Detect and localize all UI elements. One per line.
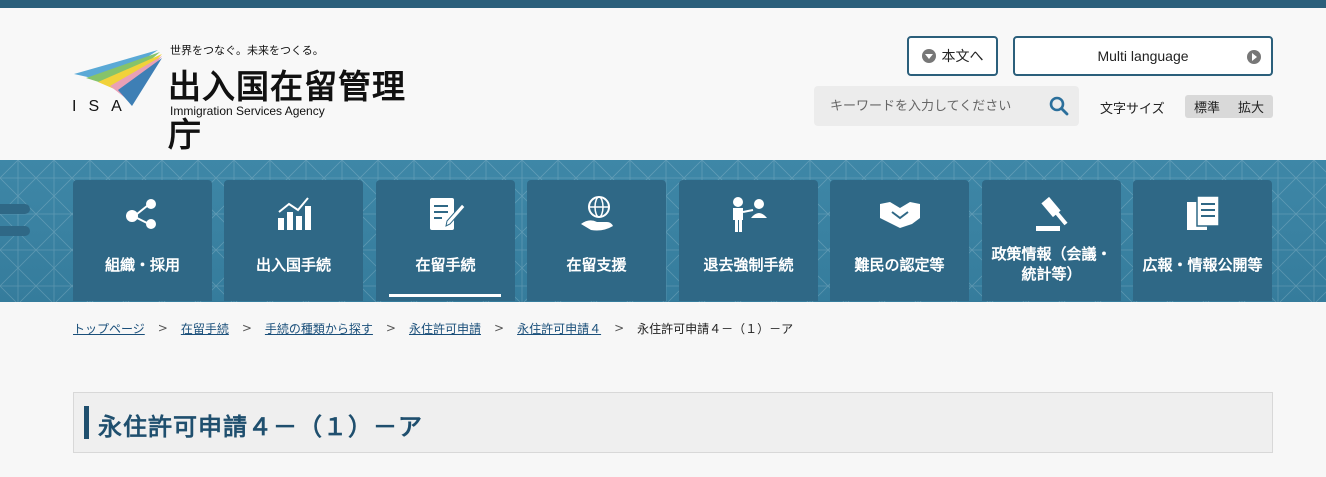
- font-size-label: 文字サイズ: [1100, 102, 1165, 117]
- presentation-icon: [733, 197, 767, 232]
- bar-chart-icon: [278, 197, 311, 230]
- active-underline: [389, 294, 501, 297]
- font-size-toggle: 標準 拡大: [1185, 95, 1273, 118]
- breadcrumb-link-permanent-residence[interactable]: 永住許可申請: [409, 320, 481, 337]
- nav-item-label: 在留手続: [415, 256, 476, 274]
- top-accent-bar: [0, 0, 1326, 8]
- page-title: 永住許可申請４－（１）－ア: [98, 412, 423, 441]
- nav-item-support[interactable]: 在留支援: [527, 180, 666, 301]
- nav-item-publicity[interactable]: 広報・情報公開等: [1133, 180, 1272, 301]
- font-size-standard-button[interactable]: 標準: [1185, 95, 1229, 118]
- skip-to-content-label: 本文へ: [941, 49, 984, 65]
- nav-item-residence[interactable]: 在留手続: [376, 180, 515, 301]
- site-logo[interactable]: ISA 世界をつなぐ。未来をつくる。 出入国在留管理庁 Immigration …: [72, 42, 432, 154]
- breadcrumb-link-residence[interactable]: 在留手続: [181, 320, 229, 337]
- arrow-right-circle-icon: [1247, 50, 1261, 64]
- globe-hand-icon: [581, 196, 613, 231]
- nav-item-label: 組織・採用: [104, 256, 180, 274]
- page-title-box: 永住許可申請４－（１）－ア: [73, 392, 1273, 453]
- search-input[interactable]: [814, 86, 1034, 126]
- breadcrumb-separator-icon: >: [157, 321, 168, 335]
- nav-item-organization[interactable]: 組織・採用: [73, 180, 212, 301]
- nav-item-label: 退去強制手続: [703, 256, 794, 274]
- breadcrumb-link-top[interactable]: トップページ: [73, 320, 145, 337]
- logo-tagline: 世界をつなぐ。未来をつくる。: [170, 44, 324, 57]
- search-icon[interactable]: [1049, 96, 1069, 116]
- nav-item-label: 出入国手続: [255, 256, 331, 274]
- arrow-down-circle-icon: [921, 49, 936, 63]
- breadcrumb-link-permanent-residence-4[interactable]: 永住許可申請４: [517, 320, 601, 337]
- nav-item-immigration[interactable]: 出入国手続: [224, 180, 363, 301]
- gavel-icon: [1036, 196, 1068, 231]
- logo-isa-text: ISA: [72, 98, 134, 115]
- document-edit-icon: [430, 198, 466, 230]
- nav-item-label: 広報・情報公開等: [1142, 256, 1263, 274]
- global-nav: 組織・採用 出入国手続 在留手続 在留支援 退去強制手続 難民の認定等 政策情報…: [0, 160, 1326, 302]
- handshake-icon: [880, 202, 920, 228]
- nav-item-deportation[interactable]: 退去強制手続: [679, 180, 818, 301]
- nav-item-label: 在留支援: [566, 256, 627, 274]
- nav-item-label-line2: 統計等）: [1021, 265, 1082, 283]
- multi-language-label: Multi language: [1097, 48, 1189, 64]
- title-accent-bar: [84, 406, 89, 439]
- breadcrumb: トップページ > 在留手続 > 手続の種類から探す > 永住許可申請 > 永住許…: [73, 320, 793, 336]
- nav-item-label: 難民の認定等: [854, 256, 945, 274]
- decorative-wave-icon: [0, 204, 30, 236]
- nav-item-policy[interactable]: 政策情報（会議・ 統計等）: [982, 180, 1121, 301]
- breadcrumb-link-procedure-types[interactable]: 手続の種類から探す: [265, 320, 373, 337]
- nav-item-label: 政策情報（会議・ 統計等）: [982, 244, 1121, 284]
- people-network-icon: [126, 199, 156, 229]
- skip-to-content-button[interactable]: 本文へ: [907, 36, 998, 76]
- nav-item-refugee[interactable]: 難民の認定等: [830, 180, 969, 301]
- breadcrumb-separator-icon: >: [494, 321, 505, 335]
- breadcrumb-separator-icon: >: [614, 321, 625, 335]
- breadcrumb-separator-icon: >: [241, 321, 252, 335]
- logo-agency-name-en: Immigration Services Agency: [170, 104, 325, 118]
- nav-item-label-line1: 政策情報（会議・: [991, 245, 1112, 263]
- documents-icon: [1187, 195, 1220, 230]
- breadcrumb-separator-icon: >: [385, 321, 396, 335]
- font-size-large-button[interactable]: 拡大: [1229, 95, 1273, 118]
- breadcrumb-current: 永住許可申請４－（１）－ア: [637, 321, 794, 336]
- site-search: [814, 86, 1079, 126]
- multi-language-button[interactable]: Multi language: [1013, 36, 1273, 76]
